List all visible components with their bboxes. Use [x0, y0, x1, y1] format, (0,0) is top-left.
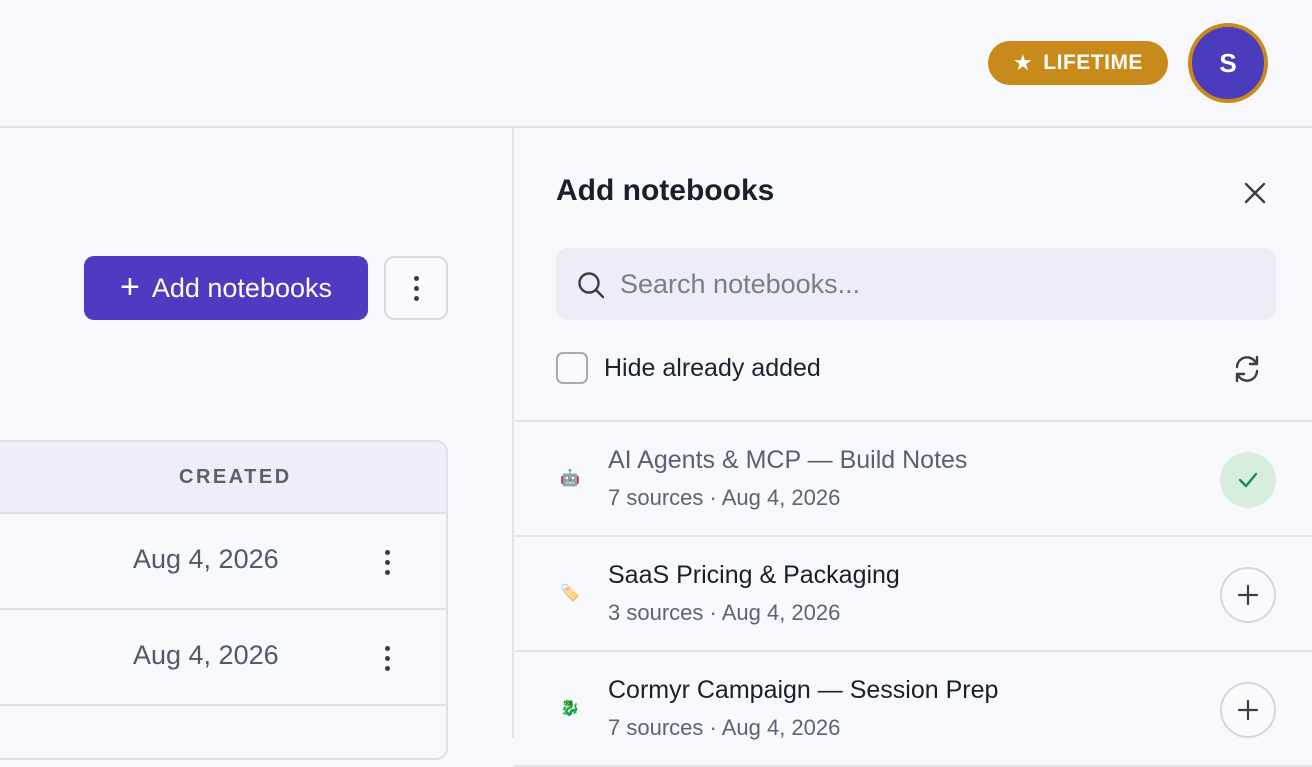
dragon-icon: 🐉	[560, 700, 580, 717]
notebook-meta: 3 sources · Aug 4, 2026	[608, 600, 841, 625]
created-date: Aug 4, 2026	[133, 544, 279, 574]
more-vertical-icon	[384, 645, 390, 671]
hide-added-label[interactable]: Hide already added	[604, 354, 821, 383]
close-button[interactable]	[1240, 178, 1270, 208]
plus-icon	[1237, 584, 1259, 606]
add-notebook-button[interactable]	[1220, 682, 1276, 738]
notebook-list: 🤖 AI Agents & MCP — Build Notes 7 source…	[514, 420, 1312, 767]
add-notebook-button[interactable]	[1220, 567, 1276, 623]
refresh-icon	[1235, 355, 1259, 383]
list-item[interactable]: 🏷️ SaaS Pricing & Packaging 3 sources · …	[514, 537, 1312, 652]
column-header-created[interactable]: CREATED	[179, 466, 292, 489]
top-bar: ★ LIFETIME S	[0, 0, 1312, 128]
added-indicator[interactable]	[1220, 452, 1276, 508]
notebook-name: SaaS Pricing & Packaging	[608, 561, 900, 589]
avatar-initial: S	[1219, 47, 1237, 78]
star-icon: ★	[1013, 50, 1034, 75]
refresh-button[interactable]	[1230, 352, 1264, 386]
notebook-meta: 7 sources · Aug 4, 2026	[608, 485, 841, 510]
tag-icon: 🏷️	[560, 585, 580, 602]
badge-label: LIFETIME	[1043, 51, 1143, 74]
notebook-name: AI Agents & MCP — Build Notes	[608, 446, 968, 474]
row-menu-button[interactable]	[372, 542, 402, 582]
panel-title: Add notebooks	[556, 174, 775, 207]
created-date: Aug 4, 2026	[133, 640, 279, 670]
hide-added-toggle[interactable]: Hide already added	[556, 352, 821, 384]
search-icon	[578, 272, 605, 299]
avatar[interactable]: S	[1188, 23, 1268, 103]
more-options-button[interactable]	[384, 256, 448, 320]
table-row[interactable]: Aug 4, 2026	[0, 514, 446, 610]
more-vertical-icon	[413, 275, 419, 301]
table-row[interactable]: Aug 4, 2026	[0, 610, 446, 706]
search-input[interactable]	[620, 262, 1250, 306]
plus-icon	[1237, 699, 1259, 721]
list-item[interactable]: 🐉 Cormyr Campaign — Session Prep 7 sourc…	[514, 652, 1312, 767]
notebook-meta: 7 sources · Aug 4, 2026	[608, 715, 841, 740]
table-header: CREATED	[0, 442, 446, 514]
add-notebooks-label: Add notebooks	[151, 272, 332, 303]
more-vertical-icon	[384, 549, 390, 575]
lifetime-badge: ★ LIFETIME	[988, 41, 1168, 85]
list-item[interactable]: 🤖 AI Agents & MCP — Build Notes 7 source…	[514, 422, 1312, 537]
plus-icon: +	[120, 267, 140, 306]
row-menu-button[interactable]	[372, 638, 402, 678]
add-notebooks-panel: Add notebooks Hide already added 🤖 AI Ag…	[512, 128, 1312, 767]
notebooks-table: CREATED Aug 4, 2026 Aug 4, 2026	[0, 440, 448, 760]
hide-added-checkbox[interactable]	[556, 352, 588, 384]
search-box	[556, 248, 1276, 320]
close-icon	[1244, 182, 1266, 204]
robot-icon: 🤖	[560, 470, 580, 487]
check-icon	[1238, 472, 1258, 488]
add-notebooks-button[interactable]: + Add notebooks	[84, 256, 368, 320]
notebook-name: Cormyr Campaign — Session Prep	[608, 676, 999, 704]
